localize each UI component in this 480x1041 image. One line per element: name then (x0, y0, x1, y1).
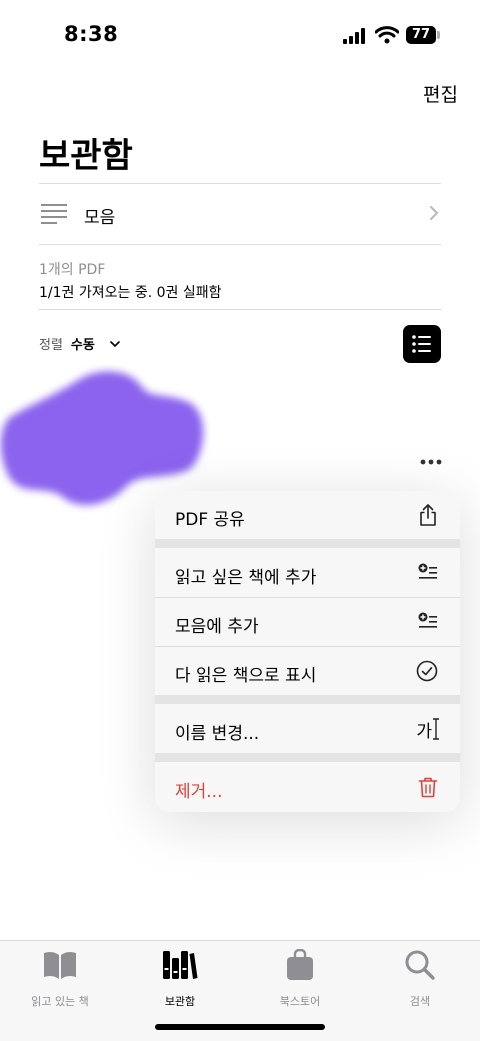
edit-button[interactable]: 편집 (423, 80, 458, 107)
page-title: 보관함 (39, 136, 133, 176)
collections-label: 모음 (84, 208, 116, 228)
tab-label: 읽고 있는 책 (31, 995, 89, 1008)
list-icon (41, 204, 67, 224)
more-options-icon[interactable] (418, 452, 444, 472)
text-cursor-icon (433, 718, 439, 740)
menu-item-add-to-want-to-read[interactable]: 읽고 싶은 책에 추가 (155, 548, 460, 597)
add-to-want-to-read-icon (418, 563, 437, 579)
battery-tip (437, 31, 440, 39)
import-status: 1/1권 가져오는 중. 0권 실패함 (39, 285, 222, 301)
collections-row[interactable]: 모음 (39, 184, 441, 244)
wifi-icon (375, 26, 399, 44)
status-time: 8:38 (64, 22, 119, 46)
menu-item-rename[interactable]: 이름 변경... 가 (155, 704, 460, 753)
sort-control[interactable]: 정렬 수동 (39, 334, 120, 354)
menu-item-label: 제거... (175, 782, 223, 802)
list-view-button[interactable] (403, 325, 441, 363)
menu-item-share-pdf[interactable]: PDF 공유 (155, 491, 460, 539)
bag-icon (287, 949, 313, 980)
tab-search[interactable]: 검색 (360, 949, 480, 1009)
book-open-icon (44, 951, 76, 979)
add-to-collection-icon (418, 612, 437, 628)
menu-item-add-to-collection[interactable]: 모음에 추가 (155, 598, 460, 646)
menu-item-remove[interactable]: 제거... (155, 762, 460, 812)
tab-reading-now[interactable]: 읽고 있는 책 (0, 949, 120, 1009)
cellular-signal-icon (343, 28, 365, 44)
tab-label: 보관함 (164, 995, 196, 1008)
search-icon (405, 950, 435, 980)
menu-item-label: 모음에 추가 (175, 617, 259, 637)
menu-item-label: PDF 공유 (175, 510, 245, 530)
menu-item-label: 이름 변경... (175, 724, 260, 744)
status-bar: 8:38 77 (0, 0, 480, 70)
library-icon (163, 951, 198, 979)
sort-value: 수동 (70, 338, 95, 353)
pdf-count: 1개의 PDF (39, 262, 106, 278)
menu-section-gap (155, 539, 460, 548)
sort-label: 정렬 (39, 338, 63, 353)
rename-icon: 가 (416, 722, 432, 742)
tab-library[interactable]: 보관함 (120, 949, 240, 1009)
checkmark-circle-icon (416, 660, 438, 682)
divider (39, 309, 441, 310)
menu-item-mark-as-finished[interactable]: 다 읽은 책으로 표시 (155, 647, 460, 695)
chevron-right-icon (430, 206, 439, 220)
battery-icon: 77 (406, 26, 436, 44)
home-indicator[interactable] (155, 1024, 325, 1030)
menu-item-label: 읽고 싶은 책에 추가 (175, 568, 317, 588)
menu-section-gap (155, 695, 460, 704)
tab-label: 검색 (409, 995, 431, 1008)
menu-item-label: 다 읽은 책으로 표시 (175, 666, 317, 686)
menu-section-gap (155, 753, 460, 762)
share-icon (420, 504, 436, 526)
list-view-icon (412, 335, 431, 353)
divider (39, 244, 441, 245)
tab-book-store[interactable]: 북스토어 (240, 949, 360, 1009)
tab-label: 북스토어 (279, 995, 321, 1008)
trash-icon (418, 777, 438, 798)
context-menu: PDF 공유 읽고 싶은 책에 추가 모음에 추가 다 읽은 책으로 표시 이름… (155, 491, 460, 812)
chevron-down-icon (110, 341, 120, 348)
